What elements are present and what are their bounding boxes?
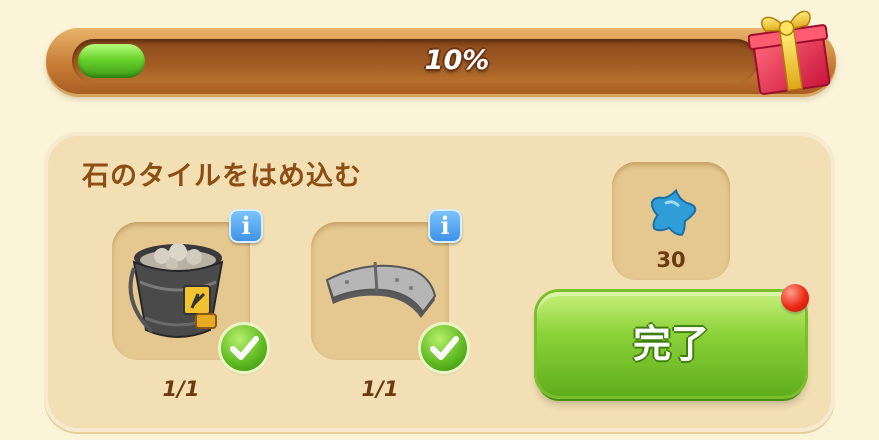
checkmark-icon [221, 325, 267, 371]
task-title: 石のタイルをはめ込む [82, 161, 362, 192]
info-icon[interactable]: i [229, 209, 263, 243]
progress-label: 10% [424, 45, 490, 76]
info-icon[interactable]: i [428, 209, 462, 243]
notification-dot [781, 284, 809, 312]
reward-value: 30 [656, 248, 686, 272]
requirement-count: 1/1 [162, 377, 200, 401]
requirement-count: 1/1 [361, 377, 399, 401]
checkmark-icon [421, 325, 467, 371]
gift-box-icon[interactable] [747, 0, 832, 96]
complete-button-label[interactable]: 完了 [537, 292, 805, 396]
